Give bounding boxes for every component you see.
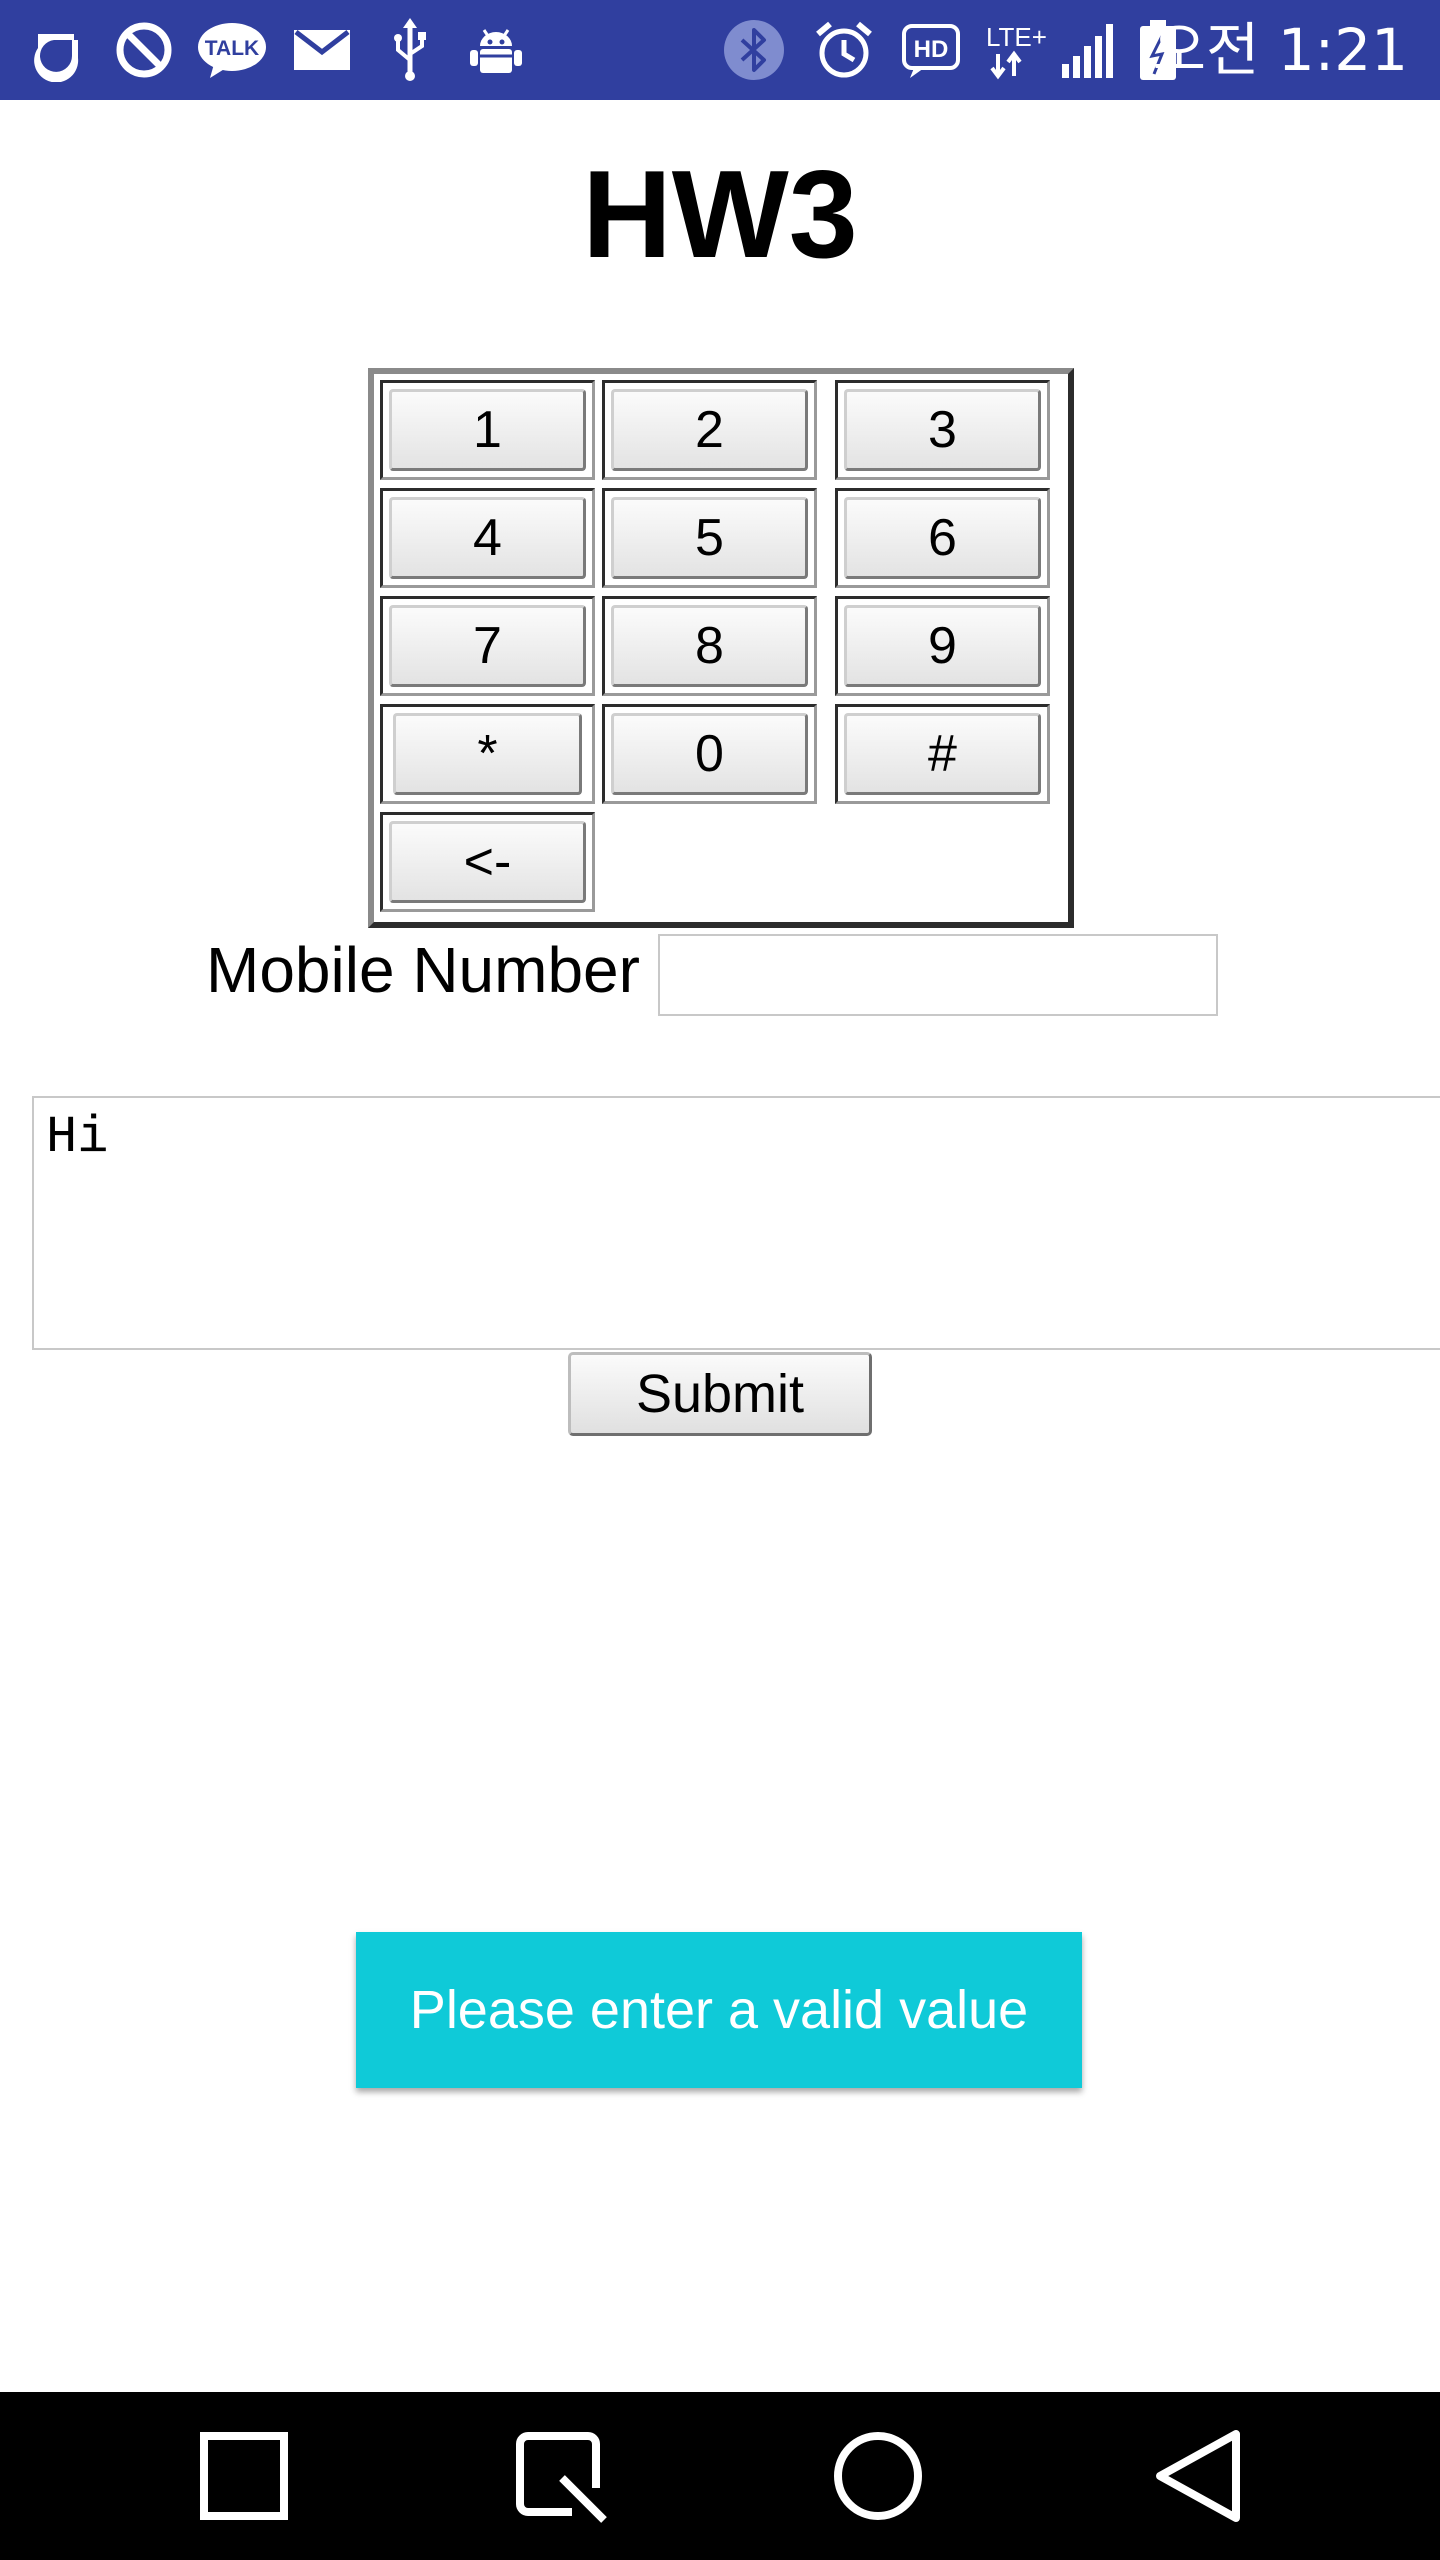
- page-title: HW3: [582, 146, 858, 284]
- keypad-cell: 3: [835, 380, 1050, 480]
- signal-icon: [1062, 24, 1113, 78]
- key-7-button[interactable]: 7: [389, 605, 586, 687]
- keypad-cell: #: [835, 704, 1050, 804]
- back-triangle-icon[interactable]: [1148, 2426, 1248, 2526]
- validation-toast: Please enter a valid value: [356, 1932, 1082, 2088]
- key-1-button[interactable]: 1: [389, 389, 586, 471]
- key-0-button[interactable]: 0: [611, 713, 808, 795]
- keypad-cell: *: [380, 704, 595, 804]
- kakaotalk-icon-text: TALK: [205, 37, 259, 60]
- block-icon: [116, 22, 172, 78]
- mail-icon: [294, 30, 350, 70]
- mobile-number-label: Mobile Number: [206, 934, 640, 1006]
- hd-voice-icon-text: HD: [914, 36, 949, 63]
- dial-keypad: 1 2 3 4 5 6 7 8 9 * 0 # <-: [368, 368, 1074, 928]
- key-3-button[interactable]: 3: [844, 389, 1041, 471]
- screen: TALK HD LTE+ 오전 1:21 HW3 1 2 3 4 5 6 7 8…: [0, 0, 1440, 2560]
- keypad-cell: 1: [380, 380, 595, 480]
- status-time: 오전 1:21: [1152, 16, 1408, 84]
- message-textarea[interactable]: Hi: [32, 1096, 1440, 1350]
- mobile-number-input[interactable]: [658, 934, 1218, 1016]
- key-8-button[interactable]: 8: [611, 605, 808, 687]
- kakaotalk-icon: TALK: [198, 23, 266, 78]
- alarm-icon: [816, 21, 872, 78]
- keypad-cell: 8: [602, 596, 817, 696]
- key-9-button[interactable]: 9: [844, 605, 1041, 687]
- key-6-button[interactable]: 6: [844, 497, 1041, 579]
- backspace-button[interactable]: <-: [389, 821, 586, 903]
- keypad-cell: 2: [602, 380, 817, 480]
- submit-button[interactable]: Submit: [568, 1352, 872, 1436]
- key-star-button[interactable]: *: [393, 713, 582, 795]
- key-4-button[interactable]: 4: [389, 497, 586, 579]
- olleh-icon: [34, 34, 79, 82]
- key-2-button[interactable]: 2: [611, 389, 808, 471]
- keypad-cell: <-: [380, 812, 595, 912]
- android-debug-icon: [470, 29, 522, 73]
- recents-square-icon[interactable]: [194, 2426, 294, 2526]
- lte-icon: LTE+: [986, 22, 1047, 80]
- navigation-bar: [0, 2392, 1440, 2560]
- home-circle-icon[interactable]: [828, 2426, 928, 2526]
- keypad-cell: 0: [602, 704, 817, 804]
- hd-voice-icon: HD: [902, 24, 960, 78]
- key-hash-button[interactable]: #: [844, 713, 1041, 795]
- key-5-button[interactable]: 5: [611, 497, 808, 579]
- keypad-cell: 4: [380, 488, 595, 588]
- bluetooth-icon: [724, 20, 784, 80]
- qslide-icon[interactable]: [510, 2426, 610, 2526]
- keypad-cell: 5: [602, 488, 817, 588]
- status-bar: TALK HD LTE+ 오전 1:21: [0, 0, 1440, 100]
- keypad-cell: 6: [835, 488, 1050, 588]
- lte-icon-text: LTE+: [986, 22, 1047, 52]
- keypad-cell: 7: [380, 596, 595, 696]
- usb-icon: [394, 18, 426, 81]
- keypad-cell: 9: [835, 596, 1050, 696]
